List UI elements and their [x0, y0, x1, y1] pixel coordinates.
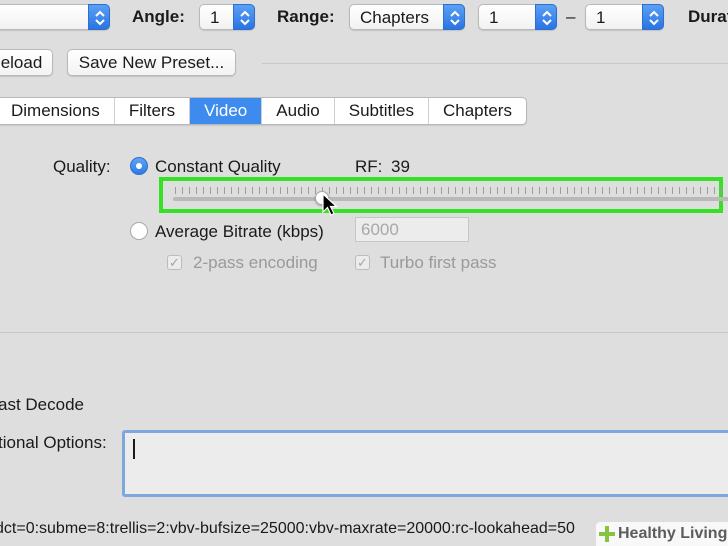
- fast-decode-label[interactable]: ast Decode: [0, 395, 84, 415]
- turbo-checkbox[interactable]: ✓: [355, 255, 370, 270]
- turbo-label: Turbo first pass: [380, 253, 497, 272]
- encoder-options-string: dct=0:subme=8:trellis=2:vbv-bufsize=2500…: [0, 520, 575, 537]
- reload-button[interactable]: eload: [0, 49, 53, 76]
- mouse-cursor-icon: [322, 193, 339, 216]
- quality-slider-track[interactable]: [173, 197, 728, 201]
- plus-logo-icon: [599, 526, 615, 542]
- range-end-popup[interactable]: 1: [585, 4, 664, 30]
- section-divider: [0, 332, 728, 333]
- additional-options-label: tional Options:: [0, 433, 107, 452]
- two-pass-label: 2-pass encoding: [193, 253, 318, 272]
- watermark: Healthy Living: [596, 522, 728, 546]
- chevron-updown-icon: [642, 4, 664, 30]
- bitrate-input[interactable]: 6000: [355, 217, 469, 242]
- toolbar-separator: [262, 63, 728, 64]
- average-bitrate-label[interactable]: Average Bitrate (kbps): [155, 222, 324, 242]
- slider-ticks: [175, 187, 723, 194]
- range-end-value: 1: [596, 8, 606, 27]
- save-new-preset-button[interactable]: Save New Preset...: [67, 49, 236, 76]
- chevron-updown-icon: [233, 4, 255, 30]
- quality-label: Quality:: [53, 157, 111, 176]
- tab-video[interactable]: Video: [190, 98, 263, 124]
- rf-label: RF:: [355, 157, 383, 176]
- tab-subtitles[interactable]: Subtitles: [335, 98, 429, 124]
- tab-dimensions[interactable]: Dimensions: [0, 98, 115, 124]
- constant-quality-label[interactable]: Constant Quality: [155, 157, 281, 177]
- range-start-popup[interactable]: 1: [478, 4, 557, 30]
- watermark-text: Healthy Living: [618, 525, 728, 542]
- text-caret: [133, 439, 135, 459]
- constant-quality-radio[interactable]: [130, 157, 148, 175]
- chevron-updown-icon: [443, 4, 465, 30]
- angle-popup[interactable]: 1: [199, 4, 255, 30]
- range-popup[interactable]: Chapters: [349, 4, 465, 30]
- angle-label: Angle:: [132, 7, 185, 26]
- range-value: Chapters: [360, 8, 429, 27]
- chevron-updown-icon: [535, 4, 557, 30]
- range-label: Range:: [277, 7, 335, 26]
- tab-filters[interactable]: Filters: [115, 98, 191, 124]
- angle-value: 1: [210, 8, 220, 27]
- tab-audio[interactable]: Audio: [262, 98, 335, 124]
- tab-chapters[interactable]: Chapters: [429, 98, 526, 124]
- title-popup[interactable]: [0, 4, 110, 30]
- rf-value: 39: [391, 157, 410, 176]
- chevron-updown-icon: [88, 4, 110, 30]
- range-start-value: 1: [489, 8, 499, 27]
- quality-slider-highlight: [159, 177, 728, 213]
- range-dash: –: [566, 7, 576, 26]
- duration-label: Durat: [688, 7, 728, 26]
- average-bitrate-radio[interactable]: [130, 222, 148, 240]
- additional-options-field[interactable]: [122, 430, 728, 497]
- two-pass-checkbox[interactable]: ✓: [167, 255, 182, 270]
- settings-tabs: Dimensions Filters Video Audio Subtitles…: [0, 97, 527, 125]
